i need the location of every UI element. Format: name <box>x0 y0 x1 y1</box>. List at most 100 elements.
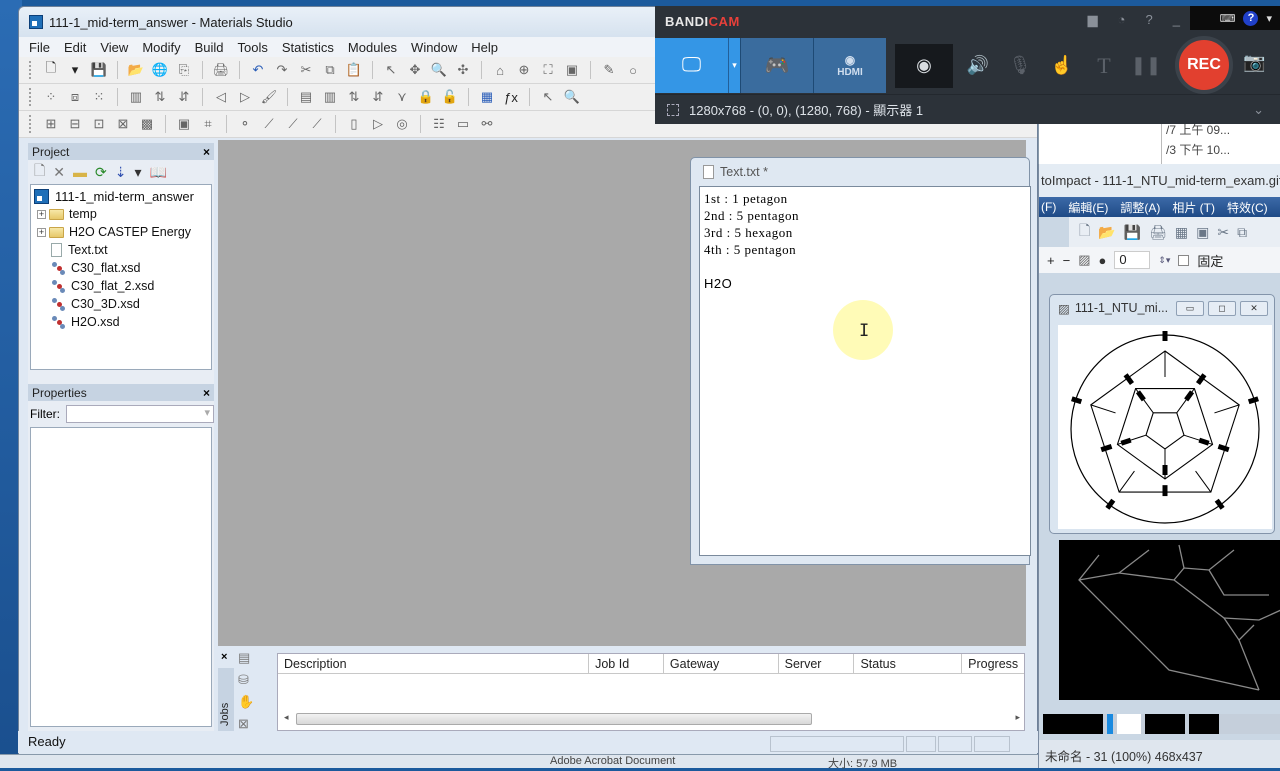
crystal-icon[interactable]: ⧈ <box>66 88 84 106</box>
lock-icon[interactable]: 🔒 <box>417 88 435 106</box>
text-window-titlebar[interactable]: Text.txt * <box>691 158 1029 186</box>
sort-icon[interactable]: ⇣ <box>115 164 127 181</box>
pause-button[interactable]: ❚❚ <box>1125 38 1167 93</box>
properties-close-icon[interactable]: × <box>203 386 210 400</box>
paste-icon[interactable]: 📋 <box>345 61 363 79</box>
brush-icon[interactable]: 🖌 <box>260 88 278 106</box>
save-icon[interactable]: 💾 <box>90 61 108 79</box>
scroll-right-icon[interactable]: ▸ <box>1015 712 1020 723</box>
tree-root[interactable]: 111-1_mid-term_answer <box>31 187 211 205</box>
menu-modify[interactable]: Modify <box>142 40 180 55</box>
atoms-icon[interactable]: ⁘ <box>42 88 60 106</box>
layer-icon[interactable]: ⊠ <box>114 115 132 133</box>
export-icon[interactable]: ⎘ <box>175 61 193 79</box>
menu-help[interactable]: Help <box>471 40 498 55</box>
tree-item-h2o[interactable]: H2O.xsd <box>31 313 211 331</box>
menu-build[interactable]: Build <box>195 40 224 55</box>
webcam-button[interactable]: ◉ <box>895 43 953 88</box>
column-server[interactable]: Server <box>779 654 855 673</box>
menu-view[interactable]: View <box>100 40 128 55</box>
pi-copy-icon[interactable]: ⧉ <box>1237 224 1247 241</box>
column-description[interactable]: Description <box>278 654 590 673</box>
magnify-icon[interactable]: 🔍 <box>563 88 581 106</box>
display-style-icon[interactable]: ▣ <box>563 61 581 79</box>
delete-icon[interactable]: ✕ <box>53 164 65 181</box>
pi-photo-icon[interactable]: ▣ <box>1196 224 1209 241</box>
column-job-id[interactable]: Job Id <box>589 654 664 673</box>
sketch-icon[interactable]: ✎ <box>600 61 618 79</box>
scroll-left-icon[interactable]: ◂ <box>284 712 289 723</box>
column-gateway[interactable]: Gateway <box>664 654 779 673</box>
polymer-icon[interactable]: ⌗ <box>199 115 217 133</box>
script-icon[interactable]: ▯ <box>345 115 363 133</box>
jobs-tab[interactable]: Jobs <box>218 668 234 732</box>
pi-fixed-checkbox[interactable] <box>1178 254 1190 266</box>
project-close-icon[interactable]: × <box>203 145 210 159</box>
select-icon[interactable]: ↖ <box>382 61 400 79</box>
nanostructure-icon[interactable]: ▣ <box>175 115 193 133</box>
pi-menu-edit[interactable]: 編輯(E) <box>1068 199 1108 216</box>
job-stop-icon[interactable]: ✋ <box>238 694 256 710</box>
ime-help-icon[interactable]: ? <box>1243 10 1259 26</box>
ime-options-icon[interactable]: ▾ <box>1266 12 1272 25</box>
unlock-icon[interactable]: 🔓 <box>441 88 459 106</box>
tree-item-c30-3d[interactable]: C30_3D.xsd <box>31 295 211 313</box>
new-folder-icon[interactable]: ▬ <box>73 164 87 180</box>
pi-grid-icon[interactable]: ▦ <box>1175 224 1188 241</box>
cleave-icon[interactable]: ⊡ <box>90 115 108 133</box>
pi-menu-file[interactable]: (F) <box>1041 200 1056 214</box>
pi-marquee-icon[interactable]: ▨ <box>1078 252 1090 268</box>
pi-soft-icon[interactable]: ● <box>1098 253 1106 268</box>
reset-view-icon[interactable]: ⌂ <box>491 61 509 79</box>
minimize-icon[interactable]: ▭ <box>1176 301 1204 316</box>
book-icon[interactable]: 📖 <box>150 164 167 181</box>
new-document-icon[interactable]: 🗋 <box>42 60 60 79</box>
hierarchy-icon[interactable]: ☷ <box>430 115 448 133</box>
minimize-icon[interactable]: _ <box>1173 12 1180 28</box>
rotate-icon[interactable]: ✥ <box>406 61 424 79</box>
run-icon[interactable]: ▷ <box>369 115 387 133</box>
cell-icon[interactable]: ⊞ <box>42 115 60 133</box>
sort-a-z-icon[interactable]: ⇅ <box>345 88 363 106</box>
menu-edit[interactable]: Edit <box>64 40 86 55</box>
center-icon[interactable]: ⊕ <box>515 61 533 79</box>
clock-icon[interactable]: ◔ <box>1118 12 1126 28</box>
device-mode-button[interactable]: ◉ HDMI <box>813 38 886 93</box>
next-icon[interactable]: ▷ <box>236 88 254 106</box>
screen-mode-dropdown[interactable]: ▾ <box>728 38 740 93</box>
expand-chevron-icon[interactable]: ⌄ <box>1253 102 1264 118</box>
prev-icon[interactable]: ◁ <box>212 88 230 106</box>
symmetry-icon[interactable]: ⁙ <box>90 88 108 106</box>
pi-cut-icon[interactable]: ✂ <box>1217 224 1229 241</box>
jobs-close-icon[interactable]: × <box>221 651 227 663</box>
open-folder-icon[interactable]: 📂 <box>127 61 145 79</box>
vacuum-icon[interactable]: ▩ <box>138 115 156 133</box>
tree-item-c30-flat[interactable]: C30_flat.xsd <box>31 259 211 277</box>
menu-modules[interactable]: Modules <box>348 40 397 55</box>
function-icon[interactable]: ƒx <box>502 88 520 106</box>
tree-item-h2o-castep[interactable]: + H2O CASTEP Energy <box>31 223 211 241</box>
fit-icon[interactable]: ⛶ <box>539 61 557 79</box>
menu-statistics[interactable]: Statistics <box>282 40 334 55</box>
game-mode-button[interactable]: 🎮 <box>740 38 813 93</box>
pointer-icon[interactable]: ↖ <box>539 88 557 106</box>
expand-icon[interactable]: + <box>37 227 46 237</box>
pi-minus-icon[interactable]: − <box>1063 253 1071 268</box>
record-button[interactable]: REC <box>1175 36 1233 94</box>
tree-item-c30-flat-2[interactable]: C30_flat_2.xsd <box>31 277 211 295</box>
sort-dropdown-icon[interactable]: ▾ <box>134 164 141 181</box>
copy-icon[interactable]: ⧉ <box>321 61 339 79</box>
pi-spin-input[interactable]: 0 <box>1114 251 1151 269</box>
sort-asc-icon[interactable]: ⇅ <box>151 88 169 106</box>
job-properties-icon[interactable]: ▤ <box>238 650 256 666</box>
job-download-icon[interactable]: ⊠ <box>238 716 256 732</box>
folder-icon[interactable]: ▆ <box>1088 12 1098 28</box>
mouse-click-button[interactable]: ☝ <box>1041 38 1083 93</box>
pi-menu-photo[interactable]: 相片 (T) <box>1172 199 1215 216</box>
pi-open-icon[interactable]: 📂 <box>1098 224 1115 241</box>
sort-z-a-icon[interactable]: ⇵ <box>369 88 387 106</box>
expand-icon[interactable]: + <box>37 209 46 219</box>
undo-icon[interactable]: ↶ <box>249 61 267 79</box>
ring-icon[interactable]: ○ <box>624 61 642 79</box>
text-overlay-button[interactable]: T <box>1083 38 1125 93</box>
